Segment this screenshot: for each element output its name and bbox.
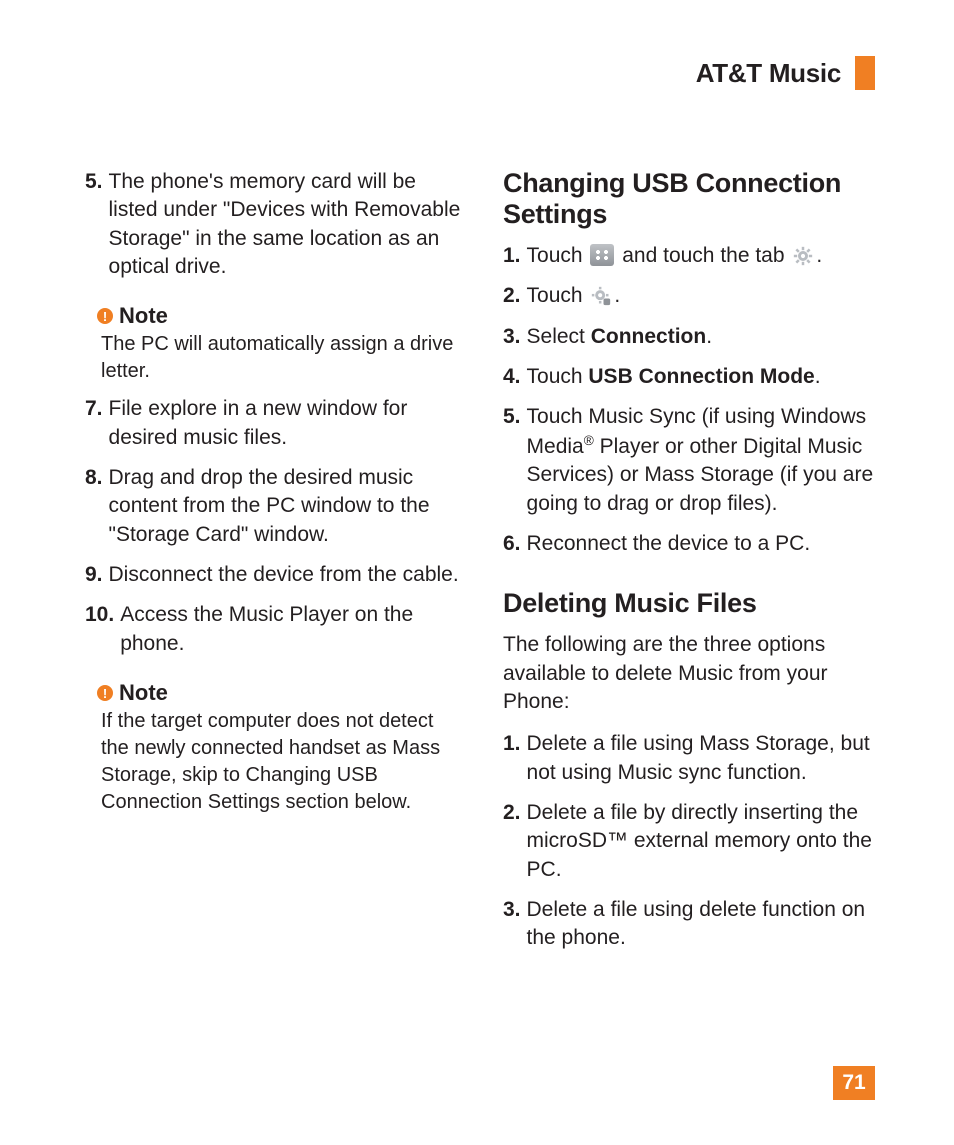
note-heading: ! Note <box>97 305 465 327</box>
intro-text: The following are the three options avai… <box>503 631 875 716</box>
note-icon: ! <box>97 308 113 324</box>
step-number: 1. <box>503 730 521 758</box>
bold-text: USB Connection Mode <box>588 365 814 388</box>
gear-icon <box>792 246 814 266</box>
step-text: Select Connection. <box>527 323 875 351</box>
delete-option-1: 1. Delete a file using Mass Storage, but… <box>503 730 875 787</box>
step-10: 10. Access the Music Player on the phone… <box>85 601 465 658</box>
step-9: 9. Disconnect the device from the cable. <box>85 561 465 589</box>
step-number: 5. <box>503 403 521 431</box>
step-text: Touch USB Connection Mode. <box>527 363 875 391</box>
page-header: AT&T Music <box>85 60 875 90</box>
page-number: 71 <box>833 1066 875 1100</box>
left-column: 5. The phone's memory card will be liste… <box>85 168 465 965</box>
text: . <box>706 325 712 348</box>
usb-step-3: 3. Select Connection. <box>503 323 875 351</box>
note-label: Note <box>119 682 168 704</box>
usb-step-1: 1. Touch and touch the tab . <box>503 242 875 270</box>
text: Touch <box>527 365 589 388</box>
delete-option-2: 2. Delete a file by directly inserting t… <box>503 799 875 884</box>
step-text: Delete a file using delete function on t… <box>527 896 875 953</box>
step-number: 2. <box>503 282 521 310</box>
usb-step-5: 5. Touch Music Sync (if using Windows Me… <box>503 403 875 517</box>
right-column: Changing USB Connection Settings 1. Touc… <box>503 168 875 965</box>
text: and touch the tab <box>622 244 790 267</box>
note-body: The PC will automatically assign a drive… <box>101 331 465 385</box>
step-text: Access the Music Player on the phone. <box>120 601 465 658</box>
step-5: 5. The phone's memory card will be liste… <box>85 168 465 281</box>
step-text: Touch Music Sync (if using Windows Media… <box>527 403 875 517</box>
step-number: 3. <box>503 896 521 924</box>
delete-options: 1. Delete a file using Mass Storage, but… <box>503 730 875 952</box>
delete-option-3: 3. Delete a file using delete function o… <box>503 896 875 953</box>
step-text: Delete a file by directly inserting the … <box>527 799 875 884</box>
step-number: 7. <box>85 395 103 423</box>
usb-step-2: 2. Touch . <box>503 282 875 310</box>
step-number: 3. <box>503 323 521 351</box>
usb-step-4: 4. Touch USB Connection Mode. <box>503 363 875 391</box>
step-number: 10. <box>85 601 114 629</box>
text: Select <box>527 325 591 348</box>
text: Touch <box>527 284 589 307</box>
step-text: Delete a file using Mass Storage, but no… <box>527 730 875 787</box>
note-heading: ! Note <box>97 682 465 704</box>
text: . <box>815 365 821 388</box>
text: . <box>614 284 620 307</box>
note-body: If the target computer does not detect t… <box>101 708 465 816</box>
step-number: 9. <box>85 561 103 589</box>
usb-step-6: 6. Reconnect the device to a PC. <box>503 530 875 558</box>
header-accent-bar <box>855 56 875 90</box>
step-number: 2. <box>503 799 521 827</box>
bold-text: Connection <box>591 325 707 348</box>
note-label: Note <box>119 305 168 327</box>
heading-changing-usb: Changing USB Connection Settings <box>503 168 875 230</box>
usb-steps: 1. Touch and touch the tab . 2. Touch <box>503 242 875 558</box>
step-text: File explore in a new window for desired… <box>109 395 465 452</box>
step-text: Reconnect the device to a PC. <box>527 530 875 558</box>
registered-mark: ® <box>584 433 594 448</box>
step-text: Touch . <box>527 282 875 310</box>
step-number: 5. <box>85 168 103 196</box>
step-text: Disconnect the device from the cable. <box>109 561 465 589</box>
manual-page: AT&T Music 5. The phone's memory card wi… <box>85 60 875 1100</box>
heading-deleting-music: Deleting Music Files <box>503 588 875 619</box>
step-number: 8. <box>85 464 103 492</box>
step-number: 6. <box>503 530 521 558</box>
steps-continued: 5. The phone's memory card will be liste… <box>85 168 465 281</box>
note-icon: ! <box>97 685 113 701</box>
section-title: AT&T Music <box>696 60 841 86</box>
step-number: 1. <box>503 242 521 270</box>
steps-7to10: 7. File explore in a new window for desi… <box>85 395 465 658</box>
content-columns: 5. The phone's memory card will be liste… <box>85 168 875 965</box>
step-number: 4. <box>503 363 521 391</box>
step-8: 8. Drag and drop the desired music conte… <box>85 464 465 549</box>
step-7: 7. File explore in a new window for desi… <box>85 395 465 452</box>
text: Touch <box>527 244 589 267</box>
step-text: Touch and touch the tab . <box>527 242 875 270</box>
gear-plus-icon <box>590 286 612 306</box>
step-text: The phone's memory card will be listed u… <box>109 168 465 281</box>
step-text: Drag and drop the desired music content … <box>109 464 465 549</box>
menu-icon <box>590 244 614 266</box>
text: . <box>816 244 822 267</box>
